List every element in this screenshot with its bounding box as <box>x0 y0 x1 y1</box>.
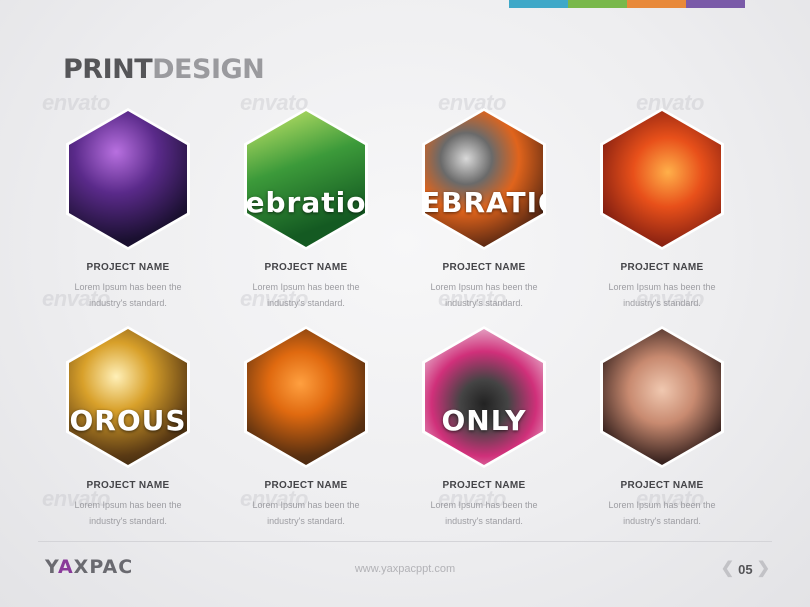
project-card[interactable]: ONLY PROJECT NAME Lorem Ipsum has been the… <box>414 326 554 529</box>
project-thumbnail[interactable]: ebratio <box>244 108 368 250</box>
project-name[interactable]: PROJECT NAME <box>236 262 376 273</box>
project-card[interactable]: OROUS PROJECT NAME Lorem Ipsum has been th… <box>58 326 198 529</box>
page-number: 05 <box>738 561 753 577</box>
pager: ❮ 05 ❯ <box>721 560 770 578</box>
project-card[interactable]: PROJECT NAME Lorem Ipsum has been the indu… <box>58 108 198 311</box>
project-thumbnail[interactable]: ONLY <box>422 326 546 468</box>
strip-orange <box>627 0 686 8</box>
footer-divider <box>38 541 772 542</box>
project-name[interactable]: PROJECT NAME <box>414 480 554 491</box>
project-description: Lorem Ipsum has been the industry's stand… <box>252 500 360 526</box>
project-card[interactable]: PROJECT NAME Lorem Ipsum has been the indu… <box>592 108 732 311</box>
project-image: ONLY <box>425 329 543 465</box>
project-image <box>603 329 721 465</box>
project-image: OROUS <box>69 329 187 465</box>
project-description: Lorem Ipsum has been the industry's stand… <box>430 282 538 308</box>
project-name[interactable]: PROJECT NAME <box>592 480 732 491</box>
project-name[interactable]: PROJECT NAME <box>414 262 554 273</box>
project-image <box>69 111 187 247</box>
image-text: ebratio <box>247 186 365 219</box>
project-name[interactable]: PROJECT NAME <box>236 480 376 491</box>
project-thumbnail[interactable] <box>244 326 368 468</box>
project-card[interactable]: EBRATIO PROJECT NAME Lorem Ipsum has been … <box>414 108 554 311</box>
project-image <box>247 329 365 465</box>
project-image <box>603 111 721 247</box>
project-name[interactable]: PROJECT NAME <box>592 262 732 273</box>
website-url[interactable]: www.yaxpacppt.com <box>0 563 810 575</box>
project-thumbnail[interactable] <box>600 108 724 250</box>
project-description: Lorem Ipsum has been the industry's stand… <box>252 282 360 308</box>
strip-green <box>568 0 627 8</box>
project-card[interactable]: PROJECT NAME Lorem Ipsum has been the indu… <box>236 326 376 529</box>
project-description: Lorem Ipsum has been the industry's stand… <box>430 500 538 526</box>
project-name[interactable]: PROJECT NAME <box>58 262 198 273</box>
project-name[interactable]: PROJECT NAME <box>58 480 198 491</box>
image-text: OROUS <box>69 404 187 437</box>
project-description: Lorem Ipsum has been the industry's stand… <box>608 282 716 308</box>
project-card[interactable]: ebratio PROJECT NAME Lorem Ipsum has been … <box>236 108 376 311</box>
strip-blue <box>509 0 568 8</box>
header-color-strip <box>509 0 745 8</box>
project-thumbnail[interactable] <box>66 108 190 250</box>
title-print: PRINT <box>63 54 153 85</box>
image-text: EBRATIO <box>425 186 543 219</box>
chevron-right-icon[interactable]: ❯ <box>757 560 770 578</box>
page-title: PRINTDESIGN <box>63 54 265 85</box>
project-image: EBRATIO <box>425 111 543 247</box>
image-text: ONLY <box>441 404 527 437</box>
project-thumbnail[interactable]: OROUS <box>66 326 190 468</box>
project-thumbnail[interactable]: EBRATIO <box>422 108 546 250</box>
project-image: ebratio <box>247 111 365 247</box>
project-description: Lorem Ipsum has been the industry's stand… <box>74 500 182 526</box>
title-design: DESIGN <box>152 54 265 85</box>
project-description: Lorem Ipsum has been the industry's stand… <box>74 282 182 308</box>
chevron-left-icon[interactable]: ❮ <box>721 560 734 578</box>
strip-purple <box>686 0 745 8</box>
project-description: Lorem Ipsum has been the industry's stand… <box>608 500 716 526</box>
project-thumbnail[interactable] <box>600 326 724 468</box>
project-card[interactable]: PROJECT NAME Lorem Ipsum has been the indu… <box>592 326 732 529</box>
